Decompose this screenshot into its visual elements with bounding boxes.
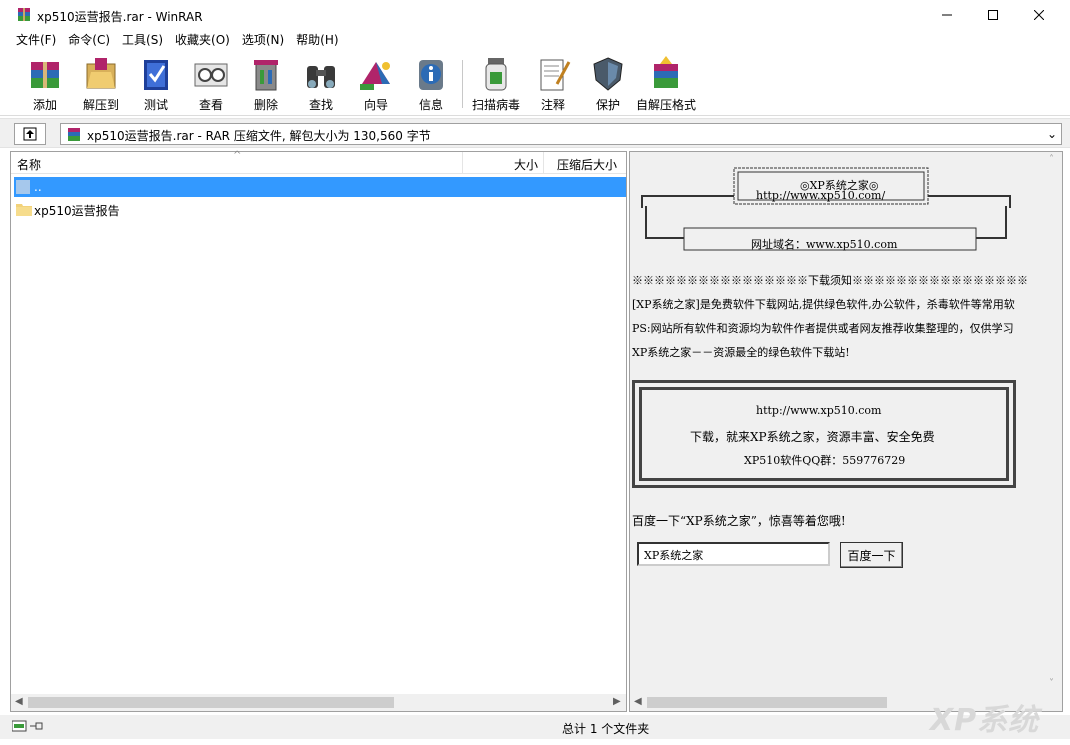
add-archive-icon bbox=[31, 62, 59, 88]
comment-icon bbox=[540, 59, 571, 91]
column-headers: 名称 ^ 大小 压缩后大小 bbox=[11, 150, 626, 174]
vertical-scrollbar[interactable]: ˄ ˅ bbox=[1045, 152, 1062, 694]
scrollbar-thumb[interactable] bbox=[647, 697, 887, 708]
wizard-button[interactable]: 向导 bbox=[350, 54, 402, 114]
test-icon bbox=[144, 60, 168, 90]
column-name-header[interactable]: 名称 bbox=[17, 156, 41, 173]
protect-icon bbox=[593, 57, 623, 91]
archive-path-field[interactable]: xp510运营报告.rar - RAR 压缩文件, 解包大小为 130,560 … bbox=[60, 123, 1062, 145]
status-bar: 总计 1 个文件夹 bbox=[0, 715, 1070, 739]
minimize-icon bbox=[942, 14, 952, 16]
close-icon bbox=[1034, 10, 1044, 20]
maximize-button[interactable] bbox=[970, 0, 1016, 30]
sfx-icon bbox=[654, 56, 678, 88]
info-button[interactable]: 信息 bbox=[405, 54, 457, 114]
view-button[interactable]: 查看 bbox=[185, 54, 237, 114]
search-input[interactable]: XP系统之家 bbox=[637, 542, 830, 566]
menu-tools[interactable]: 工具(S) bbox=[116, 30, 169, 50]
column-packed-header[interactable]: 压缩后大小 bbox=[557, 156, 617, 173]
scroll-up-icon[interactable]: ˄ bbox=[1049, 154, 1054, 165]
menu-commands[interactable]: 命令(C) bbox=[62, 30, 116, 50]
archive-path-text: xp510运营报告.rar - RAR 压缩文件, 解包大小为 130,560 … bbox=[87, 129, 431, 143]
column-divider bbox=[462, 152, 463, 174]
domain-line: 网址域名：www.xp510.com bbox=[751, 238, 898, 251]
column-size-header[interactable]: 大小 bbox=[514, 156, 538, 173]
menu-options[interactable]: 选项(N) bbox=[236, 30, 290, 50]
promo-slogan: 下载，就来XP系统之家，资源丰富、安全免费 bbox=[690, 430, 935, 444]
view-icon bbox=[194, 63, 228, 87]
find-button[interactable]: 查找 bbox=[295, 54, 347, 114]
menu-bar: 文件(F) 命令(C) 工具(S) 收藏夹(O) 选项(N) 帮助(H) bbox=[0, 30, 1070, 50]
add-button[interactable]: 添加 bbox=[19, 54, 71, 114]
list-item[interactable]: .. bbox=[14, 177, 626, 197]
search-prompt: 百度一下“XP系统之家”，惊喜等着您哦! bbox=[632, 514, 846, 528]
status-icons bbox=[12, 720, 43, 732]
rar-file-icon bbox=[68, 128, 80, 141]
find-icon bbox=[307, 66, 335, 88]
scroll-left-icon[interactable]: ◀ bbox=[634, 696, 642, 707]
menu-help[interactable]: 帮助(H) bbox=[290, 30, 344, 50]
menu-file[interactable]: 文件(F) bbox=[10, 30, 62, 50]
watermark: XP系统 bbox=[930, 703, 1040, 738]
winrar-app-icon bbox=[18, 8, 30, 21]
delete-button[interactable]: 删除 bbox=[240, 54, 292, 114]
promo-url: http://www.xp510.com bbox=[756, 404, 882, 417]
virus-scan-button[interactable]: 扫描病毒 bbox=[470, 54, 522, 114]
close-button[interactable] bbox=[1016, 0, 1062, 30]
extract-to-button[interactable]: 解压到 bbox=[75, 54, 127, 114]
title-bar: xp510运营报告.rar - WinRAR bbox=[0, 0, 1070, 30]
search-button[interactable]: 百度一下 bbox=[840, 542, 903, 568]
protect-button[interactable]: 保护 bbox=[582, 54, 634, 114]
info-icon bbox=[419, 60, 443, 90]
address-bar: xp510运营报告.rar - RAR 压缩文件, 解包大小为 130,560 … bbox=[0, 118, 1070, 148]
scroll-down-icon[interactable]: ˅ bbox=[1049, 678, 1054, 689]
notice-title: ※※※※※※※※※※※※※※※※下载须知※※※※※※※※※※※※※※※※ bbox=[632, 274, 1028, 287]
up-folder-button[interactable] bbox=[14, 123, 46, 145]
comment-button[interactable]: 注释 bbox=[527, 54, 579, 114]
sort-ascending-icon: ^ bbox=[233, 150, 242, 161]
notice-line-1: [XP系统之家]是免费软件下载网站,提供绿色软件,办公软件，杀毒软件等常用软 bbox=[632, 298, 1015, 311]
toolbar-separator bbox=[462, 60, 463, 108]
file-list-panel: 名称 ^ 大小 压缩后大小 .. xp510运营报告 ◀ ▶ bbox=[10, 150, 627, 712]
archive-comment-panel: ◎XP系统之家◎ http://www.xp510.com/ 网址域名：www.… bbox=[629, 151, 1063, 712]
column-divider bbox=[543, 152, 544, 174]
virus-scan-icon bbox=[485, 58, 507, 91]
site-url: http://www.xp510.com/ bbox=[756, 189, 886, 202]
promo-qq: XP510软件QQ群：559776729 bbox=[744, 454, 906, 467]
sfx-button[interactable]: 自解压格式 bbox=[636, 54, 696, 114]
test-button[interactable]: 测试 bbox=[130, 54, 182, 114]
window-title: xp510运营报告.rar - WinRAR bbox=[37, 10, 203, 24]
delete-icon bbox=[254, 60, 278, 91]
wizard-icon bbox=[360, 62, 390, 90]
list-item[interactable]: xp510运营报告 bbox=[14, 199, 626, 219]
notice-line-2: PS:网站所有软件和资源均为软件作者提供或者网友推荐收集整理的，仅供学习 bbox=[632, 322, 1014, 335]
scrollbar-thumb[interactable] bbox=[28, 697, 394, 708]
horizontal-scrollbar[interactable]: ◀ ▶ bbox=[11, 694, 626, 711]
scroll-left-icon[interactable]: ◀ bbox=[15, 696, 23, 707]
menu-favorites[interactable]: 收藏夹(O) bbox=[169, 30, 236, 50]
extract-icon bbox=[86, 58, 116, 89]
status-text: 总计 1 个文件夹 bbox=[562, 722, 650, 736]
comment-content: ◎XP系统之家◎ http://www.xp510.com/ 网址域名：www.… bbox=[630, 152, 1046, 692]
minimize-button[interactable] bbox=[924, 0, 970, 30]
chevron-down-icon[interactable]: ⌄ bbox=[1047, 127, 1057, 141]
scroll-right-icon[interactable]: ▶ bbox=[613, 696, 621, 707]
parent-folder-icon bbox=[16, 180, 30, 194]
up-arrow-icon bbox=[23, 127, 37, 141]
notice-line-3: XP系统之家－－资源最全的绿色软件下载站! bbox=[632, 346, 850, 359]
folder-icon bbox=[16, 204, 32, 216]
toolbar: 添加 解压到 测试 查看 删除 查找 向导 信息 扫描病毒 注释 保护 自解压格… bbox=[0, 50, 1070, 116]
maximize-icon bbox=[988, 10, 998, 20]
